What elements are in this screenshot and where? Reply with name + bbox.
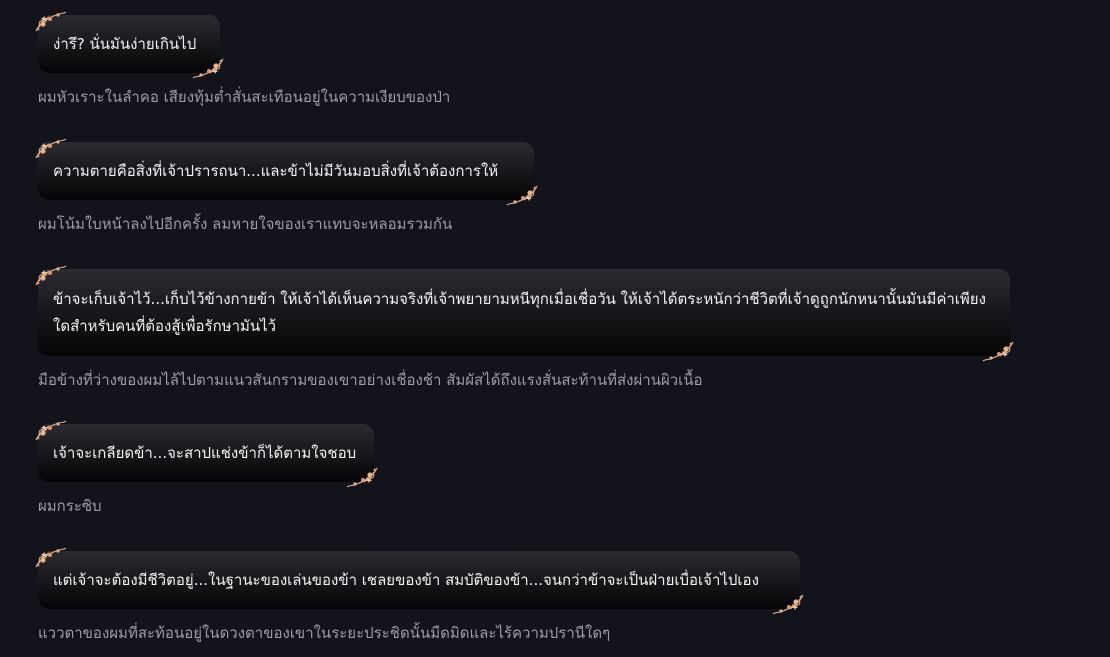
floral-ornament-icon: [35, 138, 67, 159]
floral-ornament-icon: [35, 547, 67, 568]
floral-ornament-icon: [35, 11, 67, 32]
dialogue-bubble: แต่เจ้าจะต้องมีชีวิตอยู่...ในฐานะของเล่น…: [35, 547, 804, 615]
floral-ornament-icon: [982, 341, 1014, 362]
dialogue-bubble: เจ้าจะเกลียดข้า...จะสาปแช่งข้าก็ได้ตามใจ…: [35, 420, 378, 488]
floral-ornament-icon: [346, 467, 378, 488]
dialogue-text: ข้าจะเก็บเจ้าไว้...เก็บไว้ข้างกายข้า ให้…: [53, 289, 986, 335]
narration-text: มือข้างที่ว่างของผมไล้ไปตามแนวสันกรามของ…: [38, 371, 703, 389]
floral-ornament-icon: [192, 58, 224, 79]
dialogue-bubble: ข้าจะเก็บเจ้าไว้...เก็บไว้ข้างกายข้า ให้…: [35, 265, 1014, 362]
narration-text: ผมโน้มใบหน้าลงไปอีกครั้ง ลมหายใจของเราแท…: [38, 215, 453, 233]
floral-ornament-icon: [35, 420, 67, 441]
dialogue-bubble: ความตายคือสิ่งที่เจ้าปรารถนา...และข้าไม่…: [35, 138, 538, 206]
dialogue-text: เจ้าจะเกลียดข้า...จะสาปแช่งข้าก็ได้ตามใจ…: [53, 443, 357, 462]
floral-ornament-icon: [35, 265, 67, 286]
dialogue-text: ความตายคือสิ่งที่เจ้าปรารถนา...และข้าไม่…: [53, 161, 499, 180]
floral-ornament-icon: [772, 594, 804, 615]
dialogue-text: แต่เจ้าจะต้องมีชีวิตอยู่...ในฐานะของเล่น…: [53, 570, 759, 589]
dialogue-text: ง่ารึ? นั่นมันง่ายเกินไป: [53, 34, 197, 53]
floral-ornament-icon: [506, 185, 538, 206]
narration-text: แววตาของผมที่สะท้อนอยู่ในดวงตาของเขาในระ…: [38, 624, 611, 642]
narration-text: ผมหัวเราะในลำคอ เสียงทุ้มต่ำสั่นสะเทือนอ…: [38, 88, 451, 106]
narration-text: ผมกระซิบ: [38, 497, 102, 515]
dialogue-bubble: ง่ารึ? นั่นมันง่ายเกินไป: [35, 11, 224, 79]
